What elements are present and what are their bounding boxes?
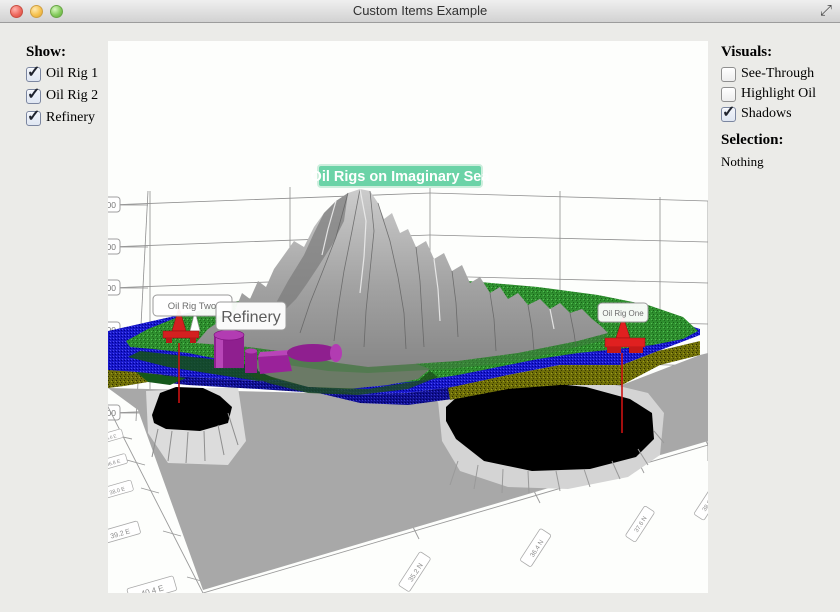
plot-title-badge: Oil Rigs on Imaginary Sea bbox=[311, 165, 491, 187]
checkbox-oil-rig-1[interactable]: Oil Rig 1 bbox=[26, 66, 106, 82]
fullscreen-icon[interactable]: ⤢ bbox=[820, 2, 832, 19]
checkbox-box[interactable] bbox=[721, 87, 736, 102]
checkbox-box[interactable] bbox=[721, 67, 736, 82]
checkbox-box[interactable] bbox=[26, 111, 41, 126]
show-panel: Show: Oil Rig 1 Oil Rig 2 Refinery bbox=[26, 44, 106, 132]
checkbox-shadows[interactable]: Shadows bbox=[721, 106, 836, 122]
checkbox-oil-rig-2[interactable]: Oil Rig 2 bbox=[26, 88, 106, 104]
plot-title-text: Oil Rigs on Imaginary Sea bbox=[311, 169, 491, 185]
checkbox-label: Refinery bbox=[46, 110, 95, 126]
label-refinery[interactable]: Refinery bbox=[216, 302, 286, 330]
y-tick-label: .00 bbox=[108, 242, 116, 252]
checkbox-box[interactable] bbox=[26, 67, 41, 82]
label-text: Refinery bbox=[221, 309, 281, 326]
window-title: Custom Items Example bbox=[0, 3, 840, 18]
y-tick-label: 1.00 bbox=[108, 283, 116, 293]
checkbox-label: Shadows bbox=[741, 106, 792, 122]
show-heading: Show: bbox=[26, 44, 106, 61]
visuals-heading: Visuals: bbox=[721, 44, 836, 61]
y-tick-label: 00 bbox=[108, 200, 116, 210]
label-text: Oil Rig Two bbox=[168, 301, 216, 312]
surface-scene[interactable]: 00 .00 1.00 .00 0.00 .00 35.6 E 36.8 E 3… bbox=[108, 41, 708, 593]
label-oil-rig-one[interactable]: Oil Rig One bbox=[598, 303, 648, 322]
checkbox-highlight-oil[interactable]: Highlight Oil bbox=[721, 86, 836, 102]
selection-heading: Selection: bbox=[721, 132, 836, 149]
checkbox-label: See-Through bbox=[741, 66, 814, 82]
checkbox-label: Oil Rig 1 bbox=[46, 66, 98, 82]
visuals-panel: Visuals: See-Through Highlight Oil Shado… bbox=[721, 44, 836, 170]
checkbox-box[interactable] bbox=[26, 89, 41, 104]
selection-value: Nothing bbox=[721, 154, 836, 170]
checkbox-label: Oil Rig 2 bbox=[46, 88, 98, 104]
checkbox-see-through[interactable]: See-Through bbox=[721, 66, 836, 82]
checkbox-label: Highlight Oil bbox=[741, 86, 816, 102]
label-text: Oil Rig One bbox=[602, 309, 644, 318]
checkbox-refinery[interactable]: Refinery bbox=[26, 110, 106, 126]
mountain[interactable] bbox=[196, 189, 608, 373]
checkbox-box[interactable] bbox=[721, 107, 736, 122]
title-bar[interactable]: Custom Items Example ⤢ bbox=[0, 0, 840, 23]
surface-plot-3d[interactable]: 00 .00 1.00 .00 0.00 .00 35.6 E 36.8 E 3… bbox=[108, 41, 708, 593]
